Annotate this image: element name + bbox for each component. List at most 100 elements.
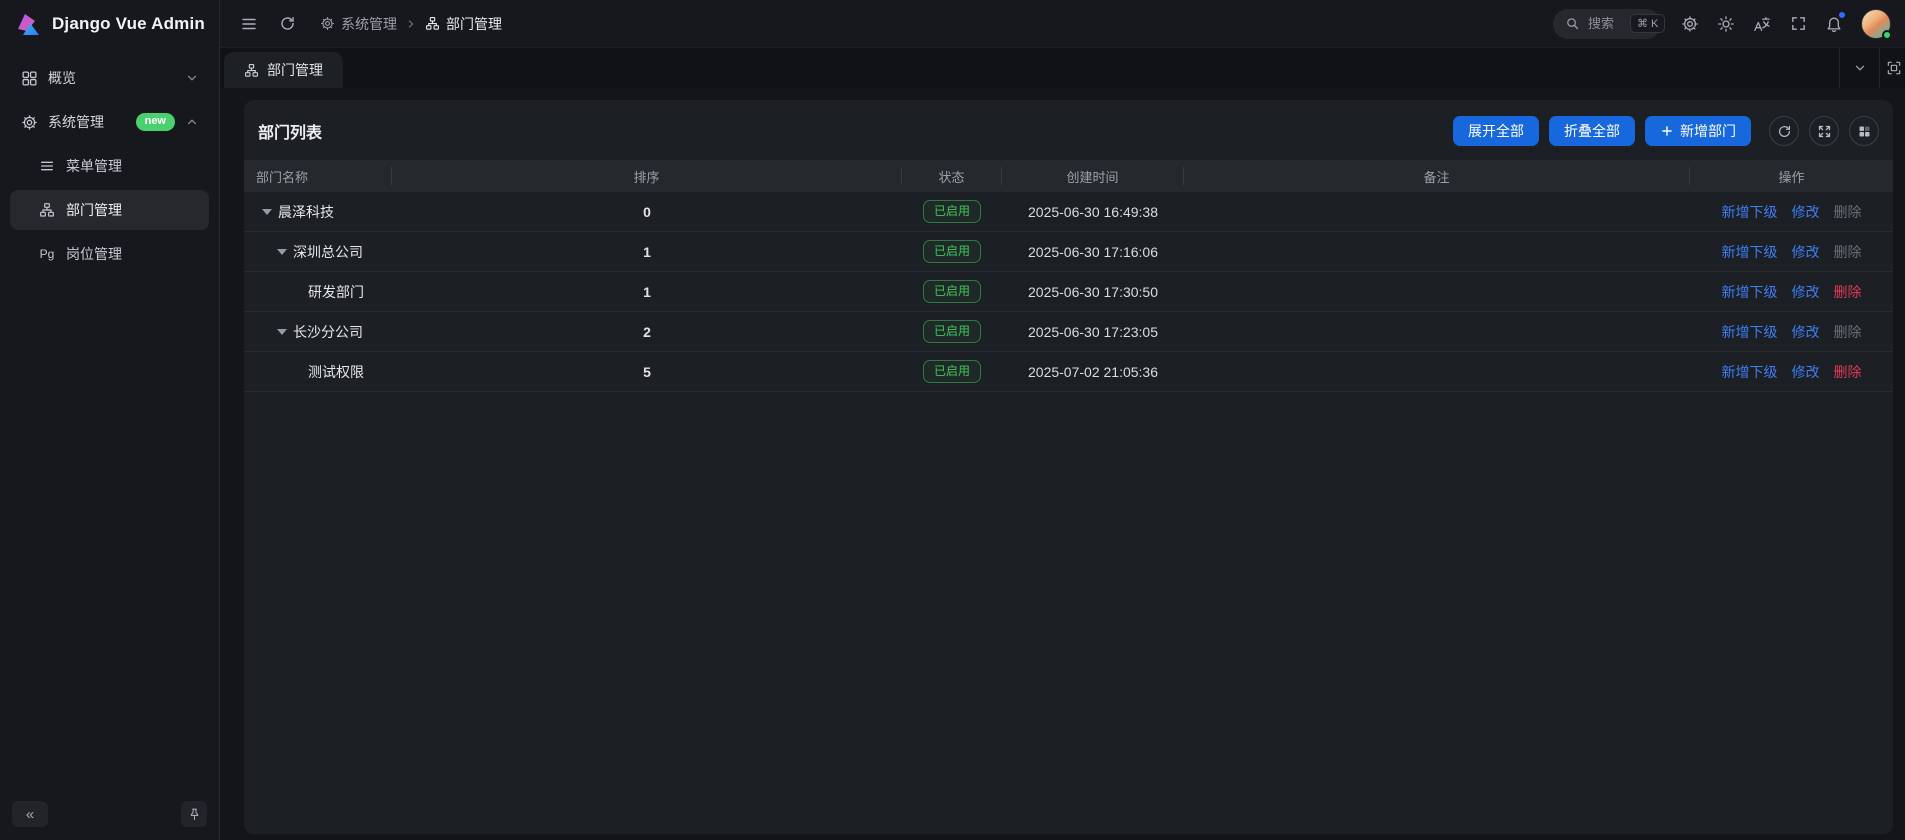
- fullscreen-button[interactable]: [1783, 9, 1813, 39]
- card-header: 部门列表 展开全部 折叠全部 新增部门: [244, 114, 1893, 160]
- add-child-link[interactable]: 新增下级: [1722, 362, 1778, 382]
- status-cell: 已启用: [902, 280, 1002, 304]
- delete-link[interactable]: 删除: [1834, 362, 1862, 382]
- new-badge: new: [136, 113, 175, 130]
- expand-all-button[interactable]: 展开全部: [1453, 116, 1539, 146]
- column-header-sort[interactable]: 排序: [392, 167, 902, 185]
- sort-value: 1: [392, 244, 902, 260]
- department-name: 研发部门: [308, 282, 364, 302]
- status-cell: 已启用: [902, 320, 1002, 344]
- tree-indent: [256, 331, 271, 332]
- theme-toggle-button[interactable]: [1711, 9, 1741, 39]
- sidebar-item-menu-management[interactable]: 菜单管理: [10, 146, 209, 186]
- notifications-button[interactable]: [1819, 9, 1849, 39]
- table-header: 部门名称 排序 状态 创建时间 备注 操作: [244, 160, 1893, 192]
- user-avatar[interactable]: [1861, 9, 1891, 39]
- tabbar-tools: [1839, 48, 1905, 88]
- table-tools: [1769, 116, 1879, 146]
- column-header-status[interactable]: 状态: [902, 167, 1002, 185]
- department-name-cell: 测试权限: [244, 362, 392, 382]
- breadcrumb-separator-icon: [405, 18, 417, 30]
- tree-indent: [256, 371, 286, 372]
- sort-value: 0: [392, 204, 902, 220]
- org-chart-icon: [425, 16, 440, 31]
- row-actions: 新增下级 修改 删除: [1690, 242, 1893, 262]
- main-content: 部门列表 展开全部 折叠全部 新增部门: [220, 88, 1905, 840]
- tree-collapse-icon[interactable]: [262, 209, 272, 215]
- table-row: 晨泽科技 0 已启用 2025-06-30 16:49:38 新增下级 修改 删…: [244, 192, 1893, 232]
- tab-department-management[interactable]: 部门管理: [224, 52, 343, 88]
- app-window: Django Vue Admin 概览: [0, 0, 1905, 840]
- content-fullscreen-button[interactable]: [1879, 48, 1905, 88]
- sidebar-item-position-management[interactable]: Pg 岗位管理: [10, 234, 209, 274]
- breadcrumb: 系统管理 部门管理: [320, 14, 502, 34]
- sidebar-item-system[interactable]: 系统管理 new: [10, 102, 209, 142]
- department-name: 深圳总公司: [293, 242, 363, 262]
- table-row: 深圳总公司 1 已启用 2025-06-30 17:16:06 新增下级 修改 …: [244, 232, 1893, 272]
- pin-sidebar-button[interactable]: [181, 801, 207, 827]
- page-title: 部门列表: [258, 119, 322, 143]
- delete-link[interactable]: 删除: [1834, 322, 1862, 342]
- chevron-down-icon: [185, 71, 199, 85]
- tabs: 部门管理: [220, 52, 1839, 88]
- tabbar: 部门管理: [220, 48, 1905, 88]
- created-time: 2025-06-30 16:49:38: [1002, 204, 1184, 220]
- grid-icon: [20, 69, 38, 87]
- edit-link[interactable]: 修改: [1792, 242, 1820, 262]
- department-name: 长沙分公司: [293, 322, 363, 342]
- sort-value: 1: [392, 284, 902, 300]
- created-time: 2025-06-30 17:16:06: [1002, 244, 1184, 260]
- add-child-link[interactable]: 新增下级: [1722, 322, 1778, 342]
- topbar: 系统管理 部门管理: [220, 0, 1905, 48]
- org-chart-icon: [244, 63, 259, 78]
- sidebar-item-department-management[interactable]: 部门管理: [10, 190, 209, 230]
- column-header-remark[interactable]: 备注: [1184, 167, 1690, 185]
- hamburger-menu-button[interactable]: [234, 9, 264, 39]
- delete-link[interactable]: 删除: [1834, 282, 1862, 302]
- tree-collapse-icon[interactable]: [277, 249, 287, 255]
- status-badge: 已启用: [923, 360, 981, 384]
- breadcrumb-item-system[interactable]: 系统管理: [320, 14, 397, 34]
- sidebar-item-overview[interactable]: 概览: [10, 58, 209, 98]
- table-refresh-button[interactable]: [1769, 116, 1799, 146]
- sidebar-item-label: 系统管理: [48, 112, 126, 132]
- add-child-link[interactable]: 新增下级: [1722, 282, 1778, 302]
- add-child-link[interactable]: 新增下级: [1722, 202, 1778, 222]
- notification-dot: [1838, 11, 1846, 19]
- table-row: 研发部门 1 已启用 2025-06-30 17:30:50 新增下级 修改 删…: [244, 272, 1893, 312]
- row-actions: 新增下级 修改 删除: [1690, 322, 1893, 342]
- add-child-link[interactable]: 新增下级: [1722, 242, 1778, 262]
- status-badge: 已启用: [923, 280, 981, 304]
- refresh-page-button[interactable]: [272, 9, 302, 39]
- status-cell: 已启用: [902, 360, 1002, 384]
- column-header-name[interactable]: 部门名称: [244, 167, 392, 185]
- edit-link[interactable]: 修改: [1792, 362, 1820, 382]
- table-columns-button[interactable]: [1849, 116, 1879, 146]
- language-button[interactable]: [1747, 9, 1777, 39]
- edit-link[interactable]: 修改: [1792, 202, 1820, 222]
- breadcrumb-item-department[interactable]: 部门管理: [425, 14, 502, 34]
- collapse-all-button[interactable]: 折叠全部: [1549, 116, 1635, 146]
- edit-link[interactable]: 修改: [1792, 282, 1820, 302]
- tab-list-dropdown-button[interactable]: [1839, 48, 1879, 88]
- collapse-sidebar-button[interactable]: «: [12, 801, 48, 827]
- shortcut-badge: ⌘ K: [1630, 14, 1665, 33]
- search-input[interactable]: [1588, 16, 1622, 31]
- department-table: 部门名称 排序 状态 创建时间 备注 操作 晨泽科技 0 已启用 2025-06…: [244, 160, 1893, 392]
- sidebar-menu: 概览 系统管理 new: [0, 48, 219, 796]
- edit-link[interactable]: 修改: [1792, 322, 1820, 342]
- delete-link[interactable]: 删除: [1834, 202, 1862, 222]
- delete-link[interactable]: 删除: [1834, 242, 1862, 262]
- settings-button[interactable]: [1675, 9, 1705, 39]
- table-fullscreen-button[interactable]: [1809, 116, 1839, 146]
- pg-text-icon: Pg: [38, 245, 56, 263]
- status-badge: 已启用: [923, 320, 981, 344]
- search-box[interactable]: ⌘ K: [1553, 9, 1661, 39]
- card-toolbar: 展开全部 折叠全部 新增部门: [1453, 116, 1879, 146]
- add-department-button[interactable]: 新增部门: [1645, 116, 1751, 146]
- tree-collapse-icon[interactable]: [277, 329, 287, 335]
- tree-indent: [256, 291, 286, 292]
- main-column: 系统管理 部门管理: [220, 0, 1905, 840]
- column-header-created[interactable]: 创建时间: [1002, 167, 1184, 185]
- column-header-actions[interactable]: 操作: [1690, 167, 1893, 185]
